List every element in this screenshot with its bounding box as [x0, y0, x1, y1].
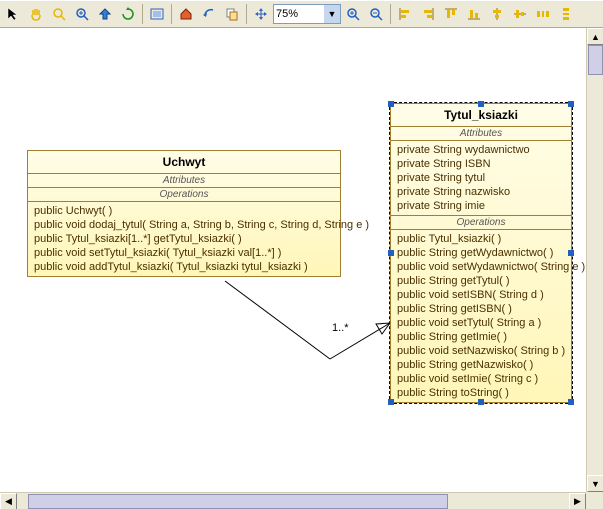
- resize-handle[interactable]: [568, 101, 574, 107]
- uml-member: private String nazwisko: [397, 185, 565, 199]
- align-top-icon[interactable]: [440, 3, 462, 25]
- scroll-thumb[interactable]: [588, 45, 603, 75]
- uml-member: public void dodaj_tytul( String a, Strin…: [34, 218, 334, 232]
- align-right-icon[interactable]: [417, 3, 439, 25]
- back-icon[interactable]: [198, 3, 220, 25]
- horizontal-scrollbar[interactable]: ◀ ▶: [0, 492, 586, 509]
- diagram-canvas[interactable]: 1..* Uchwyt Attributes Operations public…: [0, 28, 586, 492]
- vertical-scrollbar[interactable]: ▲ ▼: [586, 28, 603, 492]
- uml-member: public String getISBN( ): [397, 302, 565, 316]
- chevron-down-icon[interactable]: ▼: [324, 5, 340, 23]
- uml-member: public Tytul_ksiazki( ): [397, 232, 565, 246]
- toolbar-separator: [246, 4, 247, 24]
- toolbar: ▼: [0, 0, 603, 28]
- resize-handle[interactable]: [568, 399, 574, 405]
- uml-class-uchwyt[interactable]: Uchwyt Attributes Operations public Uchw…: [27, 150, 341, 277]
- scroll-down-icon[interactable]: ▼: [587, 475, 603, 492]
- zoom-select[interactable]: ▼: [273, 4, 341, 24]
- uml-member: public void setImie( String c ): [397, 372, 565, 386]
- fit-icon[interactable]: [146, 3, 168, 25]
- uml-member: public String getWydawnictwo( ): [397, 246, 565, 260]
- toolbar-separator: [171, 4, 172, 24]
- magnify-minus-icon[interactable]: [365, 3, 387, 25]
- uml-member: public Tytul_ksiazki[1..*] getTytul_ksia…: [34, 232, 334, 246]
- uml-member: public void setNazwisko( String b ): [397, 344, 565, 358]
- toolbar-separator: [390, 4, 391, 24]
- resize-handle[interactable]: [388, 399, 394, 405]
- uml-member: public String getNazwisko( ): [397, 358, 565, 372]
- scroll-thumb[interactable]: [28, 494, 448, 509]
- zoom-in-icon[interactable]: [71, 3, 93, 25]
- uml-member: public Uchwyt( ): [34, 204, 334, 218]
- pan-icon[interactable]: [25, 3, 47, 25]
- association-multiplicity: 1..*: [332, 322, 349, 334]
- uml-member: public void setWydawnictwo( String e ): [397, 260, 565, 274]
- resize-handle[interactable]: [478, 399, 484, 405]
- uml-member: public void setTytul( String a ): [397, 316, 565, 330]
- scroll-left-icon[interactable]: ◀: [0, 493, 17, 509]
- copy-icon[interactable]: [221, 3, 243, 25]
- operations-header: Operations: [391, 216, 571, 230]
- home-icon[interactable]: [175, 3, 197, 25]
- scroll-right-icon[interactable]: ▶: [569, 493, 586, 509]
- attributes-header: Attributes: [391, 127, 571, 141]
- canvas-wrap: 1..* Uchwyt Attributes Operations public…: [0, 28, 603, 509]
- distribute-v-icon[interactable]: [555, 3, 577, 25]
- resize-handle[interactable]: [388, 250, 394, 256]
- zoom-out-icon[interactable]: [94, 3, 116, 25]
- uml-member: public void setISBN( String d ): [397, 288, 565, 302]
- scroll-corner: [586, 492, 603, 509]
- uml-member: private String ISBN: [397, 157, 565, 171]
- operations-list: public Uchwyt( )public void dodaj_tytul(…: [28, 202, 340, 276]
- pointer-icon[interactable]: [2, 3, 24, 25]
- uml-member: private String wydawnictwo: [397, 143, 565, 157]
- uml-member: public String toString( ): [397, 386, 565, 400]
- distribute-h-icon[interactable]: [532, 3, 554, 25]
- class-name: Uchwyt: [28, 151, 340, 174]
- operations-list: public Tytul_ksiazki( )public String get…: [391, 230, 571, 402]
- scroll-up-icon[interactable]: ▲: [587, 28, 603, 45]
- uml-class-tytul-ksiazki[interactable]: Tytul_ksiazki Attributes private String …: [390, 103, 572, 403]
- class-name: Tytul_ksiazki: [391, 104, 571, 127]
- uml-member: public String getImie( ): [397, 330, 565, 344]
- uml-member: public String getTytul( ): [397, 274, 565, 288]
- move-icon[interactable]: [250, 3, 272, 25]
- align-center-icon[interactable]: [486, 3, 508, 25]
- resize-handle[interactable]: [568, 250, 574, 256]
- toolbar-separator: [142, 4, 143, 24]
- align-bottom-icon[interactable]: [463, 3, 485, 25]
- zoom-input[interactable]: [274, 6, 324, 22]
- app-root: ▼ 1..* Uchwyt Attributes Operat: [0, 0, 603, 509]
- align-middle-icon[interactable]: [509, 3, 531, 25]
- uml-member: private String imie: [397, 199, 565, 213]
- align-left-icon[interactable]: [394, 3, 416, 25]
- refresh-icon[interactable]: [117, 3, 139, 25]
- attributes-header: Attributes: [28, 174, 340, 188]
- uml-member: private String tytul: [397, 171, 565, 185]
- operations-header: Operations: [28, 188, 340, 202]
- zoom-area-icon[interactable]: [48, 3, 70, 25]
- resize-handle[interactable]: [388, 101, 394, 107]
- uml-member: public void addTytul_ksiazki( Tytul_ksia…: [34, 260, 334, 274]
- magnify-plus-icon[interactable]: [342, 3, 364, 25]
- resize-handle[interactable]: [478, 101, 484, 107]
- uml-member: public void setTytul_ksiazki( Tytul_ksia…: [34, 246, 334, 260]
- attributes-list: private String wydawnictwoprivate String…: [391, 141, 571, 215]
